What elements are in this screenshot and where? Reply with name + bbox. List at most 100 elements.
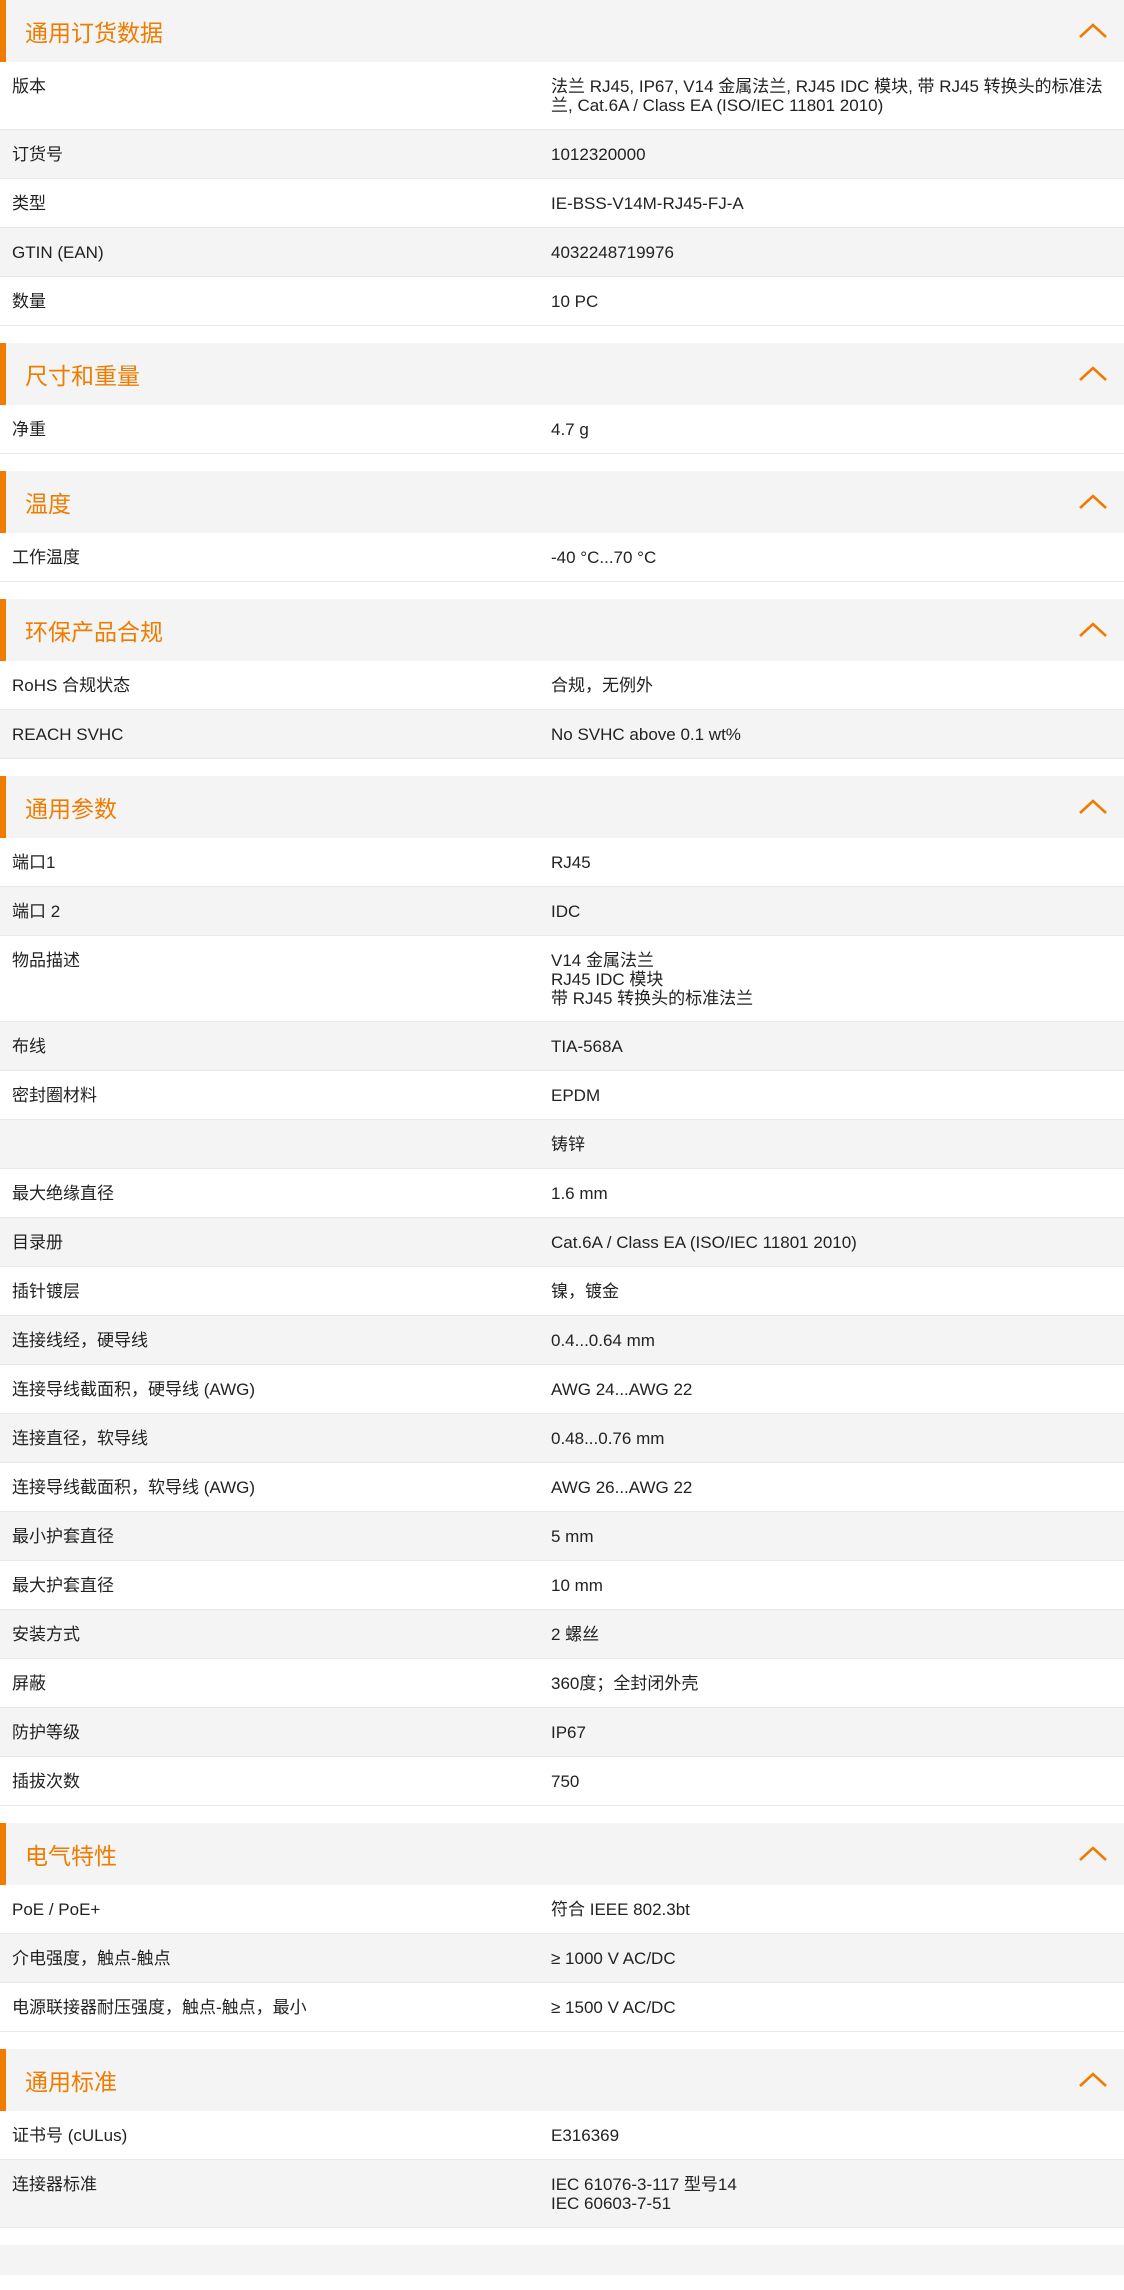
chevron-up-icon[interactable] bbox=[1078, 620, 1108, 640]
spec-row: 目录册 Cat.6A / Class EA (ISO/IEC 11801 2010… bbox=[0, 1218, 1124, 1267]
spec-label: PoE / PoE+ bbox=[12, 1900, 101, 1919]
spec-row: 插针镀层 镍，镀金 bbox=[0, 1267, 1124, 1316]
spec-value: 0.4...0.64 mm bbox=[551, 1331, 655, 1350]
spec-row: 介电强度，触点-触点 ≥ 1000 V AC/DC bbox=[0, 1934, 1124, 1983]
spec-value: 镍，镀金 bbox=[551, 1282, 619, 1301]
spec-label: 订货号 bbox=[12, 145, 63, 164]
spec-value: ≥ 1000 V AC/DC bbox=[551, 1949, 676, 1968]
spec-row: 证书号 (cULus) E316369 bbox=[0, 2111, 1124, 2160]
spec-row: 连接导线截面积，软导线 (AWG) AWG 26...AWG 22 bbox=[0, 1463, 1124, 1512]
spec-label: 防护等级 bbox=[12, 1723, 80, 1742]
spec-label: 插针镀层 bbox=[12, 1282, 80, 1301]
spec-value: AWG 26...AWG 22 bbox=[551, 1478, 693, 1497]
spec-table: 工作温度 -40 °C...70 °C bbox=[0, 533, 1124, 582]
spec-section: 通用订货数据版本 法兰 RJ45, IP67, V14 金属法兰, RJ45 ID… bbox=[0, 0, 1124, 326]
chevron-up-icon[interactable] bbox=[1078, 1844, 1108, 1864]
spec-label: 物品描述 bbox=[12, 951, 80, 970]
section-title: 通用订货数据 bbox=[25, 20, 163, 46]
spec-value: 4032248719976 bbox=[551, 243, 674, 262]
spec-label bbox=[0, 1120, 551, 1168]
spec-table: RoHS 合规状态 合规，无例外 REACH SVHC No SVHC above 0… bbox=[0, 661, 1124, 759]
spec-label: 最小护套直径 bbox=[12, 1527, 114, 1546]
spec-value: 2 螺丝 bbox=[551, 1625, 600, 1644]
section-header[interactable]: 环保产品合规 bbox=[0, 599, 1124, 661]
section-title: 通用参数 bbox=[25, 796, 117, 822]
spec-row: RoHS 合规状态 合规，无例外 bbox=[0, 661, 1124, 710]
section-header[interactable]: 通用标准 bbox=[0, 2049, 1124, 2111]
spec-table: 端口1 RJ45 端口 2 IDC 物品描述 V14 金属法兰 RJ45 IDC 模块 带… bbox=[0, 838, 1124, 1806]
spec-row: 版本 法兰 RJ45, IP67, V14 金属法兰, RJ45 IDC 模块, … bbox=[0, 62, 1124, 130]
next-section-header bbox=[0, 2245, 1124, 2275]
spec-row: 类型 IE-BSS-V14M-RJ45-FJ-A bbox=[0, 179, 1124, 228]
spec-row: 端口1 RJ45 bbox=[0, 838, 1124, 887]
spec-row: 防护等级 IP67 bbox=[0, 1708, 1124, 1757]
spec-value: AWG 24...AWG 22 bbox=[551, 1380, 693, 1399]
spec-label: 连接导线截面积，硬导线 (AWG) bbox=[12, 1380, 256, 1399]
chevron-up-icon[interactable] bbox=[1078, 797, 1108, 817]
section-header[interactable]: 温度 bbox=[0, 471, 1124, 533]
chevron-up-icon[interactable] bbox=[1078, 492, 1108, 512]
spec-row: 工作温度 -40 °C...70 °C bbox=[0, 533, 1124, 582]
spec-row: 最大绝缘直径 1.6 mm bbox=[0, 1169, 1124, 1218]
spec-label: RoHS 合规状态 bbox=[12, 676, 131, 695]
spec-value: IEC 61076-3-117 型号14 IEC 60603-7-51 bbox=[551, 2175, 737, 2213]
spec-label: 屏蔽 bbox=[12, 1674, 46, 1693]
spec-row: 订货号 1012320000 bbox=[0, 130, 1124, 179]
spec-row: 密封圈材料 EPDM bbox=[0, 1071, 1124, 1120]
spec-value: TIA-568A bbox=[551, 1037, 623, 1056]
spec-row: 端口 2 IDC bbox=[0, 887, 1124, 936]
spec-label: REACH SVHC bbox=[12, 725, 124, 744]
spec-label: 端口 2 bbox=[12, 902, 61, 921]
spec-value: 4.7 g bbox=[551, 420, 589, 439]
spec-label: 连接直径，软导线 bbox=[12, 1429, 148, 1448]
spec-label: 布线 bbox=[12, 1037, 46, 1056]
spec-label: 目录册 bbox=[12, 1233, 63, 1252]
spec-row: 连接直径，软导线 0.48...0.76 mm bbox=[0, 1414, 1124, 1463]
spec-label: 最大绝缘直径 bbox=[12, 1184, 114, 1203]
spec-row: 电源联接器耐压强度，触点-触点，最小 ≥ 1500 V AC/DC bbox=[0, 1983, 1124, 2032]
spec-value: 360度；全封闭外壳 bbox=[551, 1674, 699, 1693]
spec-section: 温度 工作温度 -40 °C...70 °C bbox=[0, 471, 1124, 582]
spec-row: 布线 TIA-568A bbox=[0, 1022, 1124, 1071]
spec-value: IDC bbox=[551, 902, 581, 921]
spec-label: 净重 bbox=[12, 420, 46, 439]
spec-section: 通用参数端口1 RJ45 端口 2 IDC 物品描述 V14 金属法兰 RJ45 IDC … bbox=[0, 776, 1124, 1806]
spec-label: 数量 bbox=[12, 292, 46, 311]
spec-label: 连接器标准 bbox=[12, 2175, 97, 2194]
spec-label: 密封圈材料 bbox=[12, 1086, 97, 1105]
spec-section: 通用标准证书号 (cULus) E316369 连接器标准 IEC 61076-3-1… bbox=[0, 2049, 1124, 2228]
spec-table: 证书号 (cULus) E316369 连接器标准 IEC 61076-3-117 型… bbox=[0, 2111, 1124, 2228]
spec-label: 证书号 (cULus) bbox=[12, 2126, 128, 2145]
spec-table: 版本 法兰 RJ45, IP67, V14 金属法兰, RJ45 IDC 模块, … bbox=[0, 62, 1124, 326]
section-header[interactable]: 通用参数 bbox=[0, 776, 1124, 838]
spec-value: 符合 IEEE 802.3bt bbox=[551, 1900, 690, 1919]
spec-value: -40 °C...70 °C bbox=[551, 548, 657, 567]
spec-value: V14 金属法兰 RJ45 IDC 模块 带 RJ45 转换头的标准法兰 bbox=[551, 951, 754, 1008]
section-title: 尺寸和重量 bbox=[25, 363, 140, 389]
spec-value: 750 bbox=[551, 1772, 580, 1791]
chevron-up-icon[interactable] bbox=[1078, 21, 1108, 41]
spec-value: No SVHC above 0.1 wt% bbox=[551, 725, 741, 744]
spec-row: GTIN (EAN) 4032248719976 bbox=[0, 228, 1124, 277]
spec-value: RJ45 bbox=[551, 853, 591, 872]
spec-value: 1.6 mm bbox=[551, 1184, 608, 1203]
spec-row: 安装方式 2 螺丝 bbox=[0, 1610, 1124, 1659]
spec-row: 铸锌 bbox=[0, 1120, 1124, 1169]
spec-value: EPDM bbox=[551, 1086, 601, 1105]
spec-value: 10 PC bbox=[551, 292, 599, 311]
section-title: 通用标准 bbox=[25, 2069, 117, 2095]
section-header[interactable]: 通用订货数据 bbox=[0, 0, 1124, 62]
spec-value: 0.48...0.76 mm bbox=[551, 1429, 665, 1448]
spec-row: 净重 4.7 g bbox=[0, 405, 1124, 454]
spec-value: E316369 bbox=[551, 2126, 620, 2145]
spec-row: 物品描述 V14 金属法兰 RJ45 IDC 模块 带 RJ45 转换头的标准法兰 bbox=[0, 936, 1124, 1022]
chevron-up-icon[interactable] bbox=[1078, 364, 1108, 384]
spec-value: IE-BSS-V14M-RJ45-FJ-A bbox=[551, 194, 744, 213]
chevron-up-icon[interactable] bbox=[1078, 2070, 1108, 2090]
spec-row: 连接导线截面积，硬导线 (AWG) AWG 24...AWG 22 bbox=[0, 1365, 1124, 1414]
section-header[interactable]: 尺寸和重量 bbox=[0, 343, 1124, 405]
spec-row: 最小护套直径 5 mm bbox=[0, 1512, 1124, 1561]
spec-label: 最大护套直径 bbox=[12, 1576, 114, 1595]
section-header[interactable]: 电气特性 bbox=[0, 1823, 1124, 1885]
spec-label: 介电强度，触点-触点 bbox=[12, 1949, 171, 1968]
